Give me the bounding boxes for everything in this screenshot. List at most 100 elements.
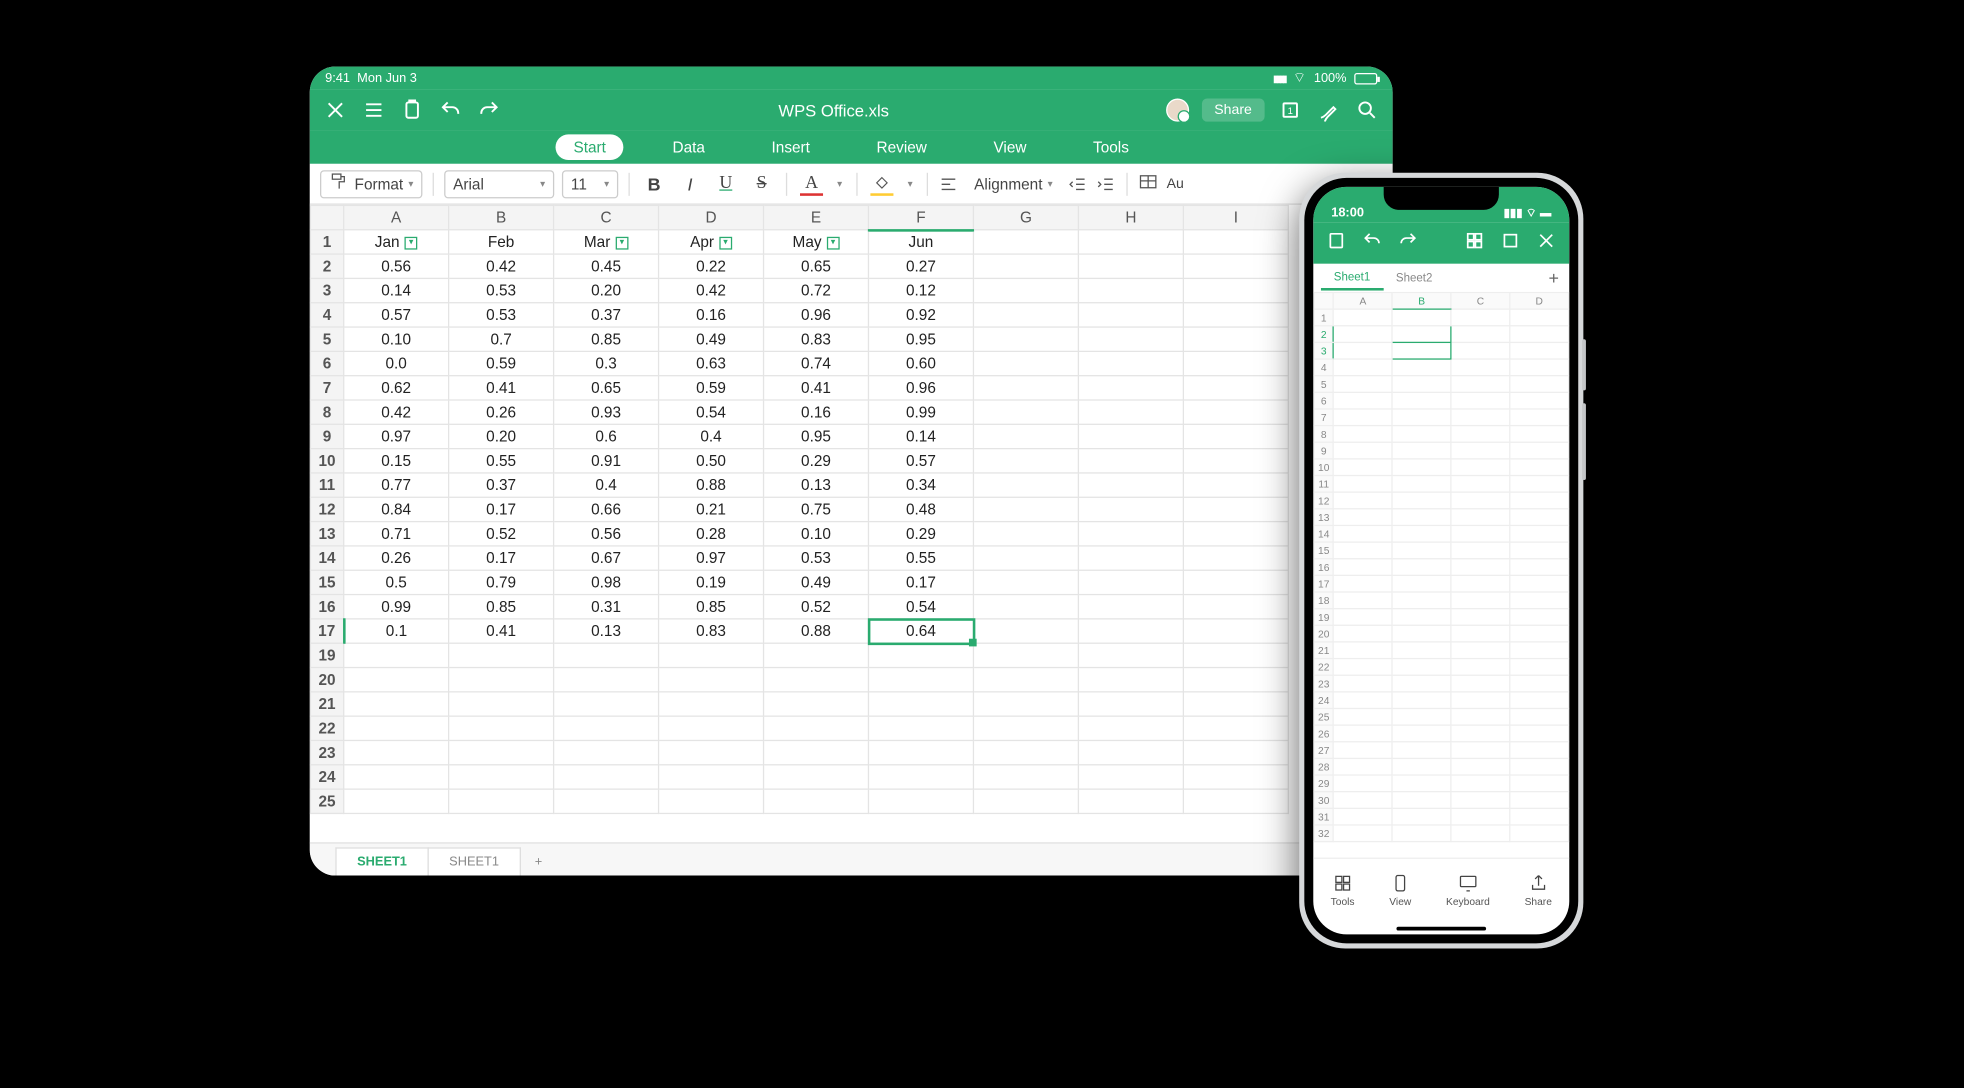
cell[interactable]: 0.91	[554, 449, 659, 473]
phone-col-header[interactable]: D	[1510, 292, 1569, 309]
phone-cell[interactable]	[1392, 708, 1451, 725]
cell[interactable]	[1183, 230, 1288, 254]
phone-cell[interactable]	[1334, 742, 1393, 759]
cell[interactable]: 0.55	[868, 546, 973, 570]
cell[interactable]: 0.31	[554, 595, 659, 619]
cell[interactable]	[973, 765, 1078, 789]
phone-cell[interactable]	[1451, 376, 1510, 393]
col-header[interactable]: H	[1078, 205, 1183, 229]
cell[interactable]: 0.29	[764, 449, 869, 473]
phone-row-header[interactable]: 13	[1314, 509, 1334, 526]
cell[interactable]: 0.42	[344, 400, 449, 424]
row-header[interactable]: 7	[310, 376, 343, 400]
cell[interactable]	[1078, 716, 1183, 740]
phone-cell[interactable]	[1510, 775, 1569, 792]
cell[interactable]	[764, 740, 869, 764]
row-header[interactable]: 22	[310, 716, 343, 740]
phone-row-header[interactable]: 1	[1314, 309, 1334, 326]
phone-row-header[interactable]: 31	[1314, 808, 1334, 825]
phone-cell[interactable]	[1451, 725, 1510, 742]
filter-icon[interactable]	[719, 237, 732, 250]
phone-cell[interactable]	[1392, 342, 1451, 359]
phone-cell[interactable]	[1392, 559, 1451, 576]
phone-cell[interactable]	[1334, 392, 1393, 409]
cell[interactable]	[973, 619, 1078, 643]
cell[interactable]	[1183, 522, 1288, 546]
cell[interactable]	[1078, 327, 1183, 351]
cell[interactable]: 0.74	[764, 351, 869, 375]
phone-sheet-tab[interactable]: Sheet1	[1321, 265, 1383, 291]
phone-cell[interactable]	[1451, 642, 1510, 659]
cell[interactable]	[973, 643, 1078, 667]
cell[interactable]	[973, 376, 1078, 400]
cell[interactable]: 0.56	[344, 254, 449, 278]
font-color-button[interactable]: A	[797, 170, 825, 198]
phone-cell[interactable]	[1392, 659, 1451, 676]
spreadsheet-grid[interactable]: ABCDEFGHI1JanFebMarAprMayJun20.560.420.4…	[310, 205, 1393, 842]
cell[interactable]: 0.13	[554, 619, 659, 643]
phone-cell[interactable]	[1392, 525, 1451, 542]
phone-cell[interactable]	[1451, 825, 1510, 842]
cell[interactable]	[1078, 254, 1183, 278]
cell[interactable]: 0.49	[659, 327, 764, 351]
phone-cell[interactable]	[1334, 542, 1393, 559]
cell[interactable]: 0.66	[554, 497, 659, 521]
phone-row-header[interactable]: 25	[1314, 708, 1334, 725]
cell[interactable]	[973, 351, 1078, 375]
phone-cell[interactable]	[1392, 492, 1451, 509]
phone-row-header[interactable]: 10	[1314, 459, 1334, 476]
cell[interactable]: 0.97	[659, 546, 764, 570]
cell[interactable]	[344, 765, 449, 789]
phone-cell[interactable]	[1510, 492, 1569, 509]
phone-row-header[interactable]: 28	[1314, 758, 1334, 775]
phone-cell[interactable]	[1392, 675, 1451, 692]
cell[interactable]	[868, 765, 973, 789]
row-header[interactable]: 4	[310, 303, 343, 327]
cell[interactable]: 0.88	[764, 619, 869, 643]
cell[interactable]: 0.55	[449, 449, 554, 473]
cell[interactable]	[1183, 716, 1288, 740]
user-avatar[interactable]	[1166, 99, 1189, 122]
cell[interactable]: 0.54	[868, 595, 973, 619]
phone-row-header[interactable]: 18	[1314, 592, 1334, 609]
cell[interactable]: 0.14	[868, 424, 973, 448]
phone-cell[interactable]	[1451, 426, 1510, 443]
cell[interactable]	[1183, 351, 1288, 375]
phone-col-header[interactable]: C	[1451, 292, 1510, 309]
cell[interactable]: 0.85	[554, 327, 659, 351]
phone-close-button[interactable]	[1536, 230, 1556, 257]
menu-button[interactable]	[361, 97, 387, 123]
close-button[interactable]	[323, 97, 349, 123]
phone-cell[interactable]	[1334, 309, 1393, 326]
cell[interactable]	[973, 254, 1078, 278]
cell[interactable]: 0.50	[659, 449, 764, 473]
cell[interactable]: 0.57	[344, 303, 449, 327]
cell[interactable]	[973, 595, 1078, 619]
phone-cell[interactable]	[1510, 609, 1569, 626]
cell[interactable]: 0.4	[659, 424, 764, 448]
cell[interactable]: 0.37	[449, 473, 554, 497]
phone-cell[interactable]	[1392, 642, 1451, 659]
cell[interactable]	[1183, 789, 1288, 813]
cell[interactable]: 0.29	[868, 522, 973, 546]
cell[interactable]	[764, 716, 869, 740]
cell[interactable]: 0.5	[344, 570, 449, 594]
phone-cell[interactable]	[1392, 625, 1451, 642]
phone-grid[interactable]: ABCD123456789101112131415161718192021222…	[1313, 292, 1569, 858]
cell[interactable]	[554, 668, 659, 692]
row-header[interactable]: 20	[310, 668, 343, 692]
cell[interactable]: 0.41	[449, 376, 554, 400]
phone-row-header[interactable]: 12	[1314, 492, 1334, 509]
cell[interactable]: 0.6	[554, 424, 659, 448]
phone-cell[interactable]	[1510, 542, 1569, 559]
cell[interactable]: 0.17	[449, 546, 554, 570]
phone-cell[interactable]	[1451, 309, 1510, 326]
cell[interactable]: Apr	[659, 230, 764, 254]
phone-cell[interactable]	[1392, 376, 1451, 393]
cell[interactable]	[1078, 497, 1183, 521]
phone-cell[interactable]	[1510, 592, 1569, 609]
font-size-dropdown[interactable]: 11▾	[562, 170, 618, 198]
phone-row-header[interactable]: 16	[1314, 559, 1334, 576]
cell[interactable]	[1078, 230, 1183, 254]
ribbon-tab-start[interactable]: Start	[556, 134, 624, 160]
